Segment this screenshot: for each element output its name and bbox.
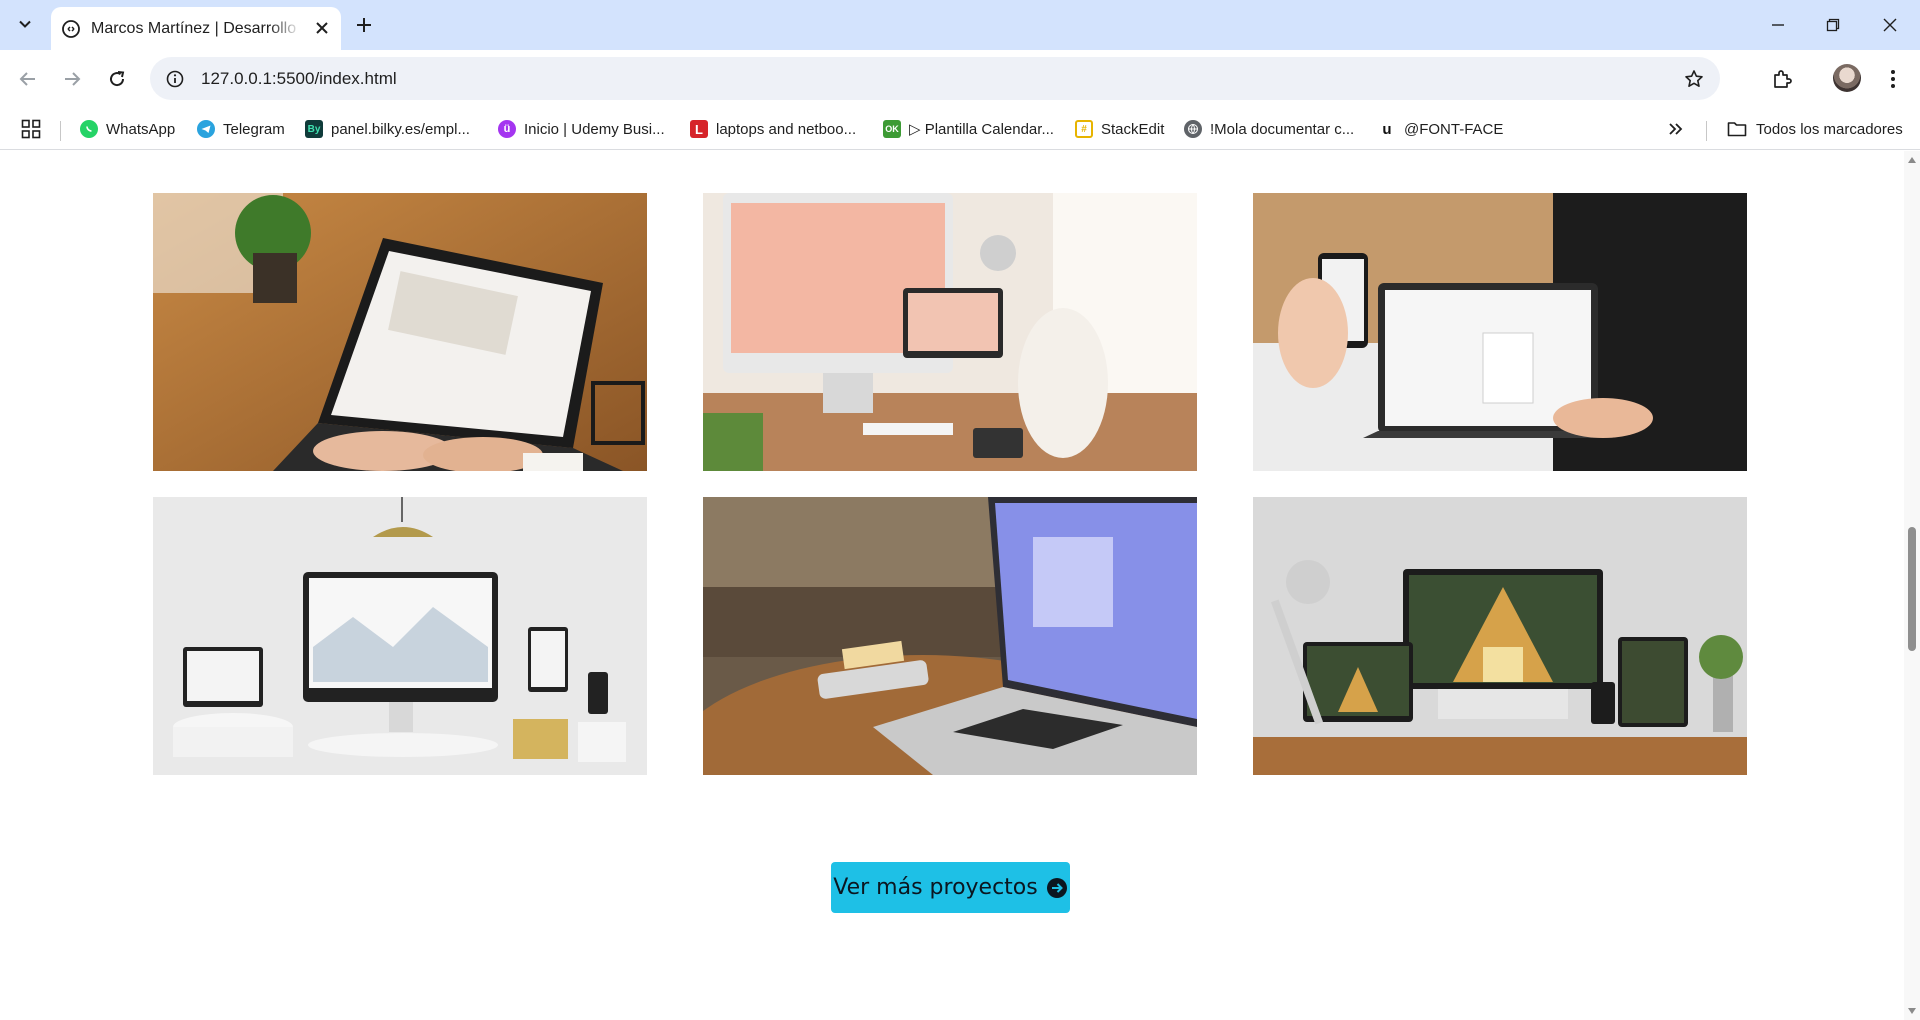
page-scrollbar[interactable]	[1904, 151, 1920, 1020]
all-bookmarks-folder[interactable]: Todos los marcadores	[1726, 116, 1903, 142]
minimize-icon	[1772, 24, 1784, 26]
project-image	[153, 193, 647, 471]
udemy-icon: ü	[498, 120, 516, 138]
tab-favicon-icon	[61, 19, 81, 39]
address-bar[interactable]: 127.0.0.1:5500/index.html	[150, 57, 1720, 100]
close-window-button[interactable]	[1875, 10, 1905, 40]
bookmark-mola[interactable]: !Mola documentar c...	[1184, 116, 1354, 142]
folder-icon	[1726, 120, 1748, 138]
arrow-left-icon	[19, 72, 35, 86]
browser-menu-button[interactable]	[1878, 64, 1908, 94]
whatsapp-icon	[80, 120, 98, 138]
bookmark-whatsapp[interactable]: WhatsApp	[80, 116, 175, 142]
bookmarks-bar: WhatsApp Telegram By panel.bilky.es/empl…	[0, 108, 1920, 150]
project-image	[703, 193, 1197, 471]
bookmarks-separator	[1706, 121, 1707, 141]
bookmark-label: Todos los marcadores	[1756, 120, 1903, 138]
bookmark-telegram[interactable]: Telegram	[197, 116, 285, 142]
project-image	[1253, 193, 1747, 471]
project-image	[153, 497, 647, 775]
bookmark-label: Inicio | Udemy Busi...	[524, 120, 665, 138]
reload-button[interactable]	[102, 64, 132, 94]
scroll-down-arrow[interactable]	[1908, 1008, 1916, 1014]
apps-button[interactable]	[21, 116, 41, 142]
bookmark-label: laptops and netboo...	[716, 120, 857, 138]
double-chevron-right-icon	[1669, 123, 1683, 135]
forward-button[interactable]	[57, 64, 87, 94]
reload-icon	[110, 71, 125, 87]
new-tab-button[interactable]	[350, 11, 378, 39]
title-bar: Marcos Martínez | Desarrollo W	[0, 0, 1920, 50]
project-architect-studio[interactable]	[1253, 497, 1747, 775]
profile-avatar[interactable]	[1833, 64, 1861, 92]
project-image	[703, 497, 1197, 775]
extensions-button[interactable]	[1767, 64, 1797, 94]
close-icon	[1883, 18, 1897, 32]
bookmark-bilky[interactable]: By panel.bilky.es/empl...	[305, 116, 470, 142]
project-imac-creativity[interactable]	[703, 193, 1197, 471]
more-vertical-icon	[1891, 70, 1895, 88]
minimize-button[interactable]	[1763, 10, 1793, 40]
tab-title: Marcos Martínez | Desarrollo W	[91, 19, 301, 37]
u-icon: u	[1378, 120, 1396, 138]
bookmark-label: WhatsApp	[106, 120, 176, 138]
bookmark-stackedit[interactable]: # StackEdit	[1075, 116, 1164, 142]
browser-toolbar: 127.0.0.1:5500/index.html	[0, 50, 1920, 108]
puzzle-icon	[1774, 70, 1792, 88]
bookmark-plantilla[interactable]: OK ▷ Plantilla Calendar...	[883, 116, 1054, 142]
url-text: 127.0.0.1:5500/index.html	[201, 68, 397, 88]
view-more-projects-label: Ver más proyectos	[833, 875, 1038, 900]
page-viewport: Ver más proyectos	[0, 151, 1904, 1020]
apps-grid-icon	[21, 119, 41, 139]
telegram-icon	[197, 120, 215, 138]
tab-search-button[interactable]	[10, 9, 40, 39]
browser-tab[interactable]: Marcos Martínez | Desarrollo W	[51, 7, 341, 50]
scrollbar-thumb[interactable]	[1908, 527, 1916, 651]
site-info-icon[interactable]	[163, 67, 187, 91]
arrow-circle-right-icon	[1046, 877, 1068, 899]
bookmark-font-face[interactable]: u @FONT-FACE	[1378, 116, 1503, 142]
bookmark-laptops[interactable]: L laptops and netboo...	[690, 116, 856, 142]
project-macbook-desk[interactable]	[703, 497, 1197, 775]
bookmark-label: @FONT-FACE	[1404, 120, 1504, 138]
chevron-down-icon	[19, 20, 31, 28]
restore-icon	[1826, 18, 1840, 32]
more-bookmarks-button[interactable]	[1668, 116, 1684, 142]
bookmark-udemy[interactable]: ü Inicio | Udemy Busi...	[498, 116, 665, 142]
back-button[interactable]	[13, 64, 43, 94]
globe-icon	[1184, 120, 1202, 138]
ok-icon: OK	[883, 120, 901, 138]
plus-icon	[357, 18, 371, 32]
scroll-up-arrow[interactable]	[1908, 157, 1916, 163]
l-icon: L	[690, 120, 708, 138]
project-laptop-ux-design[interactable]	[153, 193, 647, 471]
bookmark-label: !Mola documentar c...	[1210, 120, 1355, 138]
bookmark-label: ▷ Plantilla Calendar...	[909, 121, 1054, 138]
bilky-icon: By	[305, 120, 323, 138]
stackedit-icon: #	[1075, 120, 1093, 138]
bookmark-label: Telegram	[223, 120, 285, 138]
close-tab-icon[interactable]	[313, 19, 331, 37]
project-image	[1253, 497, 1747, 775]
arrow-right-icon	[65, 72, 81, 86]
bookmark-star-icon[interactable]	[1682, 67, 1706, 91]
project-responsive-web-design[interactable]	[153, 497, 647, 775]
project-phone-laptop[interactable]	[1253, 193, 1747, 471]
restore-button[interactable]	[1818, 10, 1848, 40]
bookmark-label: panel.bilky.es/empl...	[331, 120, 470, 138]
view-more-projects-button[interactable]: Ver más proyectos	[831, 862, 1070, 913]
bookmark-label: StackEdit	[1101, 120, 1165, 138]
bookmarks-separator	[60, 121, 61, 141]
